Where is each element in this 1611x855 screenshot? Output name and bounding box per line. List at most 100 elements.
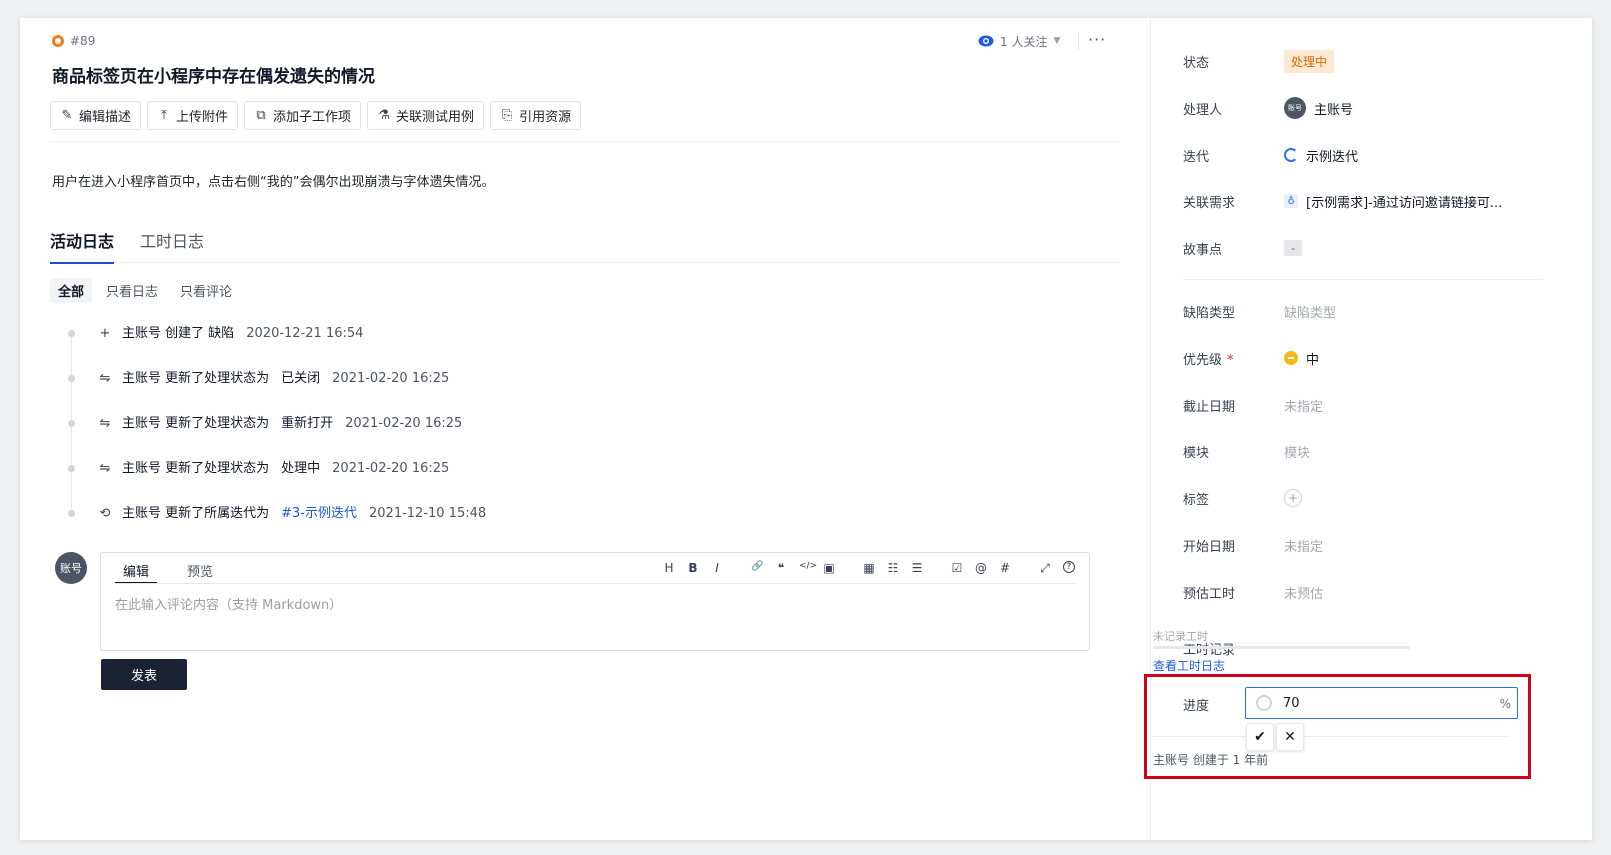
- italic-icon[interactable]: I: [711, 561, 723, 576]
- avatar: 账号: [55, 552, 87, 584]
- more-icon[interactable]: ···: [1088, 30, 1106, 49]
- link-icon[interactable]: 🔗: [751, 561, 763, 576]
- mention-icon[interactable]: @: [975, 561, 987, 576]
- checkbox-icon[interactable]: ☑: [951, 561, 963, 576]
- link-testcase-label: 关联测试用例: [396, 110, 475, 125]
- watch-label: 1 人关注: [1000, 34, 1048, 49]
- filter-all[interactable]: 全部: [50, 278, 93, 303]
- activity-timeline: + 主账号 创建了 缺陷 2020-12-21 16:54 ⇋ 主账号 更新了处…: [68, 318, 1068, 543]
- story-points-value[interactable]: -: [1284, 240, 1302, 256]
- swap-icon: ⇋: [99, 371, 111, 386]
- close-icon: ✕: [1284, 729, 1296, 745]
- add-tag-icon[interactable]: +: [1284, 489, 1302, 507]
- requirement-name: [示例需求]-通过访问邀请链接可...: [1306, 195, 1503, 211]
- cancel-button[interactable]: ✕: [1276, 723, 1304, 751]
- code-icon[interactable]: </>: [799, 561, 817, 576]
- ordered-list-icon[interactable]: ☷: [887, 561, 899, 576]
- progress-input[interactable]: 70 %: [1245, 687, 1518, 719]
- sprint-link[interactable]: #3-示例迭代: [281, 507, 357, 520]
- avatar: 账号: [1284, 97, 1306, 119]
- log-tabs: 活动日志 工时日志: [50, 228, 1120, 264]
- module-value[interactable]: 模块: [1284, 442, 1310, 461]
- progress-ring-icon: [1256, 695, 1272, 711]
- add-subtask-button[interactable]: ⧉ 添加子工作项: [244, 101, 362, 130]
- help-icon[interactable]: ?: [1063, 561, 1075, 573]
- link-testcase-button[interactable]: ⚗ 关联测试用例: [367, 101, 485, 130]
- priority-value[interactable]: 中: [1284, 349, 1319, 368]
- timeline-time: 2020-12-21 16:54: [246, 326, 364, 341]
- timeline-value: 已关闭: [281, 371, 321, 386]
- timeline-item: ⇋ 主账号 更新了处理状态为 处理中 2021-02-20 16:25: [68, 453, 1068, 498]
- priority-name: 中: [1306, 352, 1320, 368]
- required-star: *: [1227, 352, 1234, 368]
- reference-resource-button[interactable]: ⎘ 引用资源: [490, 101, 582, 130]
- eye-icon: [978, 35, 994, 47]
- timeline-text: 主账号 更新了所属迭代为: [122, 506, 270, 521]
- timeline-text: 主账号 创建了 缺陷: [122, 326, 235, 341]
- prop-label: 标签: [1183, 492, 1210, 508]
- requirement-value[interactable]: ♁ [示例需求]-通过访问邀请链接可...: [1284, 192, 1502, 211]
- publish-button[interactable]: 发表: [101, 659, 187, 690]
- tab-activity[interactable]: 活动日志: [50, 228, 115, 264]
- prop-label: 截止日期: [1183, 399, 1236, 415]
- estimate-value[interactable]: 未预估: [1284, 583, 1323, 602]
- prop-assignee: 处理人 账号 主账号: [1183, 97, 1353, 119]
- issue-main: #89 商品标签页在小程序中存在偶发遗失的情况 1 人关注 ▼ ··· ✎ 编辑…: [20, 18, 1150, 840]
- prop-status: 状态 处理中: [1183, 49, 1335, 73]
- worklog-empty-text: 未记录工时: [1153, 630, 1208, 643]
- start-date-value[interactable]: 未指定: [1284, 536, 1323, 555]
- filter-logs-only[interactable]: 只看日志: [98, 278, 166, 303]
- status-badge[interactable]: 处理中: [1284, 49, 1335, 73]
- issue-toolbar: ✎ 编辑描述 ⤒ 上传附件 ⧉ 添加子工作项 ⚗ 关联测试用例 ⎘ 引用资源: [50, 101, 582, 130]
- prop-label: 预估工时: [1183, 586, 1236, 602]
- view-worklog-link[interactable]: 查看工时日志: [1153, 657, 1225, 674]
- editor-toolbar: H B I 🔗 ❝ </> ▣ ▦ ☷ ☰ ☑ @ # ⤢ ?: [663, 561, 1075, 576]
- quote-icon[interactable]: ❝: [775, 561, 787, 576]
- defect-type-value[interactable]: 缺陷类型: [1284, 302, 1336, 321]
- hashtag-icon[interactable]: #: [999, 561, 1011, 576]
- chevron-down-icon: ▼: [1053, 36, 1061, 46]
- expand-icon[interactable]: ⤢: [1039, 561, 1051, 576]
- prop-requirement: 关联需求 ♁ [示例需求]-通过访问邀请链接可...: [1183, 191, 1502, 211]
- prop-label: 故事点: [1183, 242, 1223, 258]
- priority-icon: [1284, 351, 1298, 365]
- filter-comments-only[interactable]: 只看评论: [172, 278, 240, 303]
- tab-worklog[interactable]: 工时日志: [140, 228, 204, 263]
- timeline-dot: [68, 510, 75, 517]
- upload-attachment-label: 上传附件: [176, 110, 229, 125]
- assignee-name: 主账号: [1314, 102, 1354, 118]
- watch-button[interactable]: 1 人关注 ▼: [978, 32, 1080, 50]
- heading-icon[interactable]: H: [663, 561, 675, 576]
- prop-label: 模块: [1183, 445, 1210, 461]
- worklog-bar: [1153, 646, 1410, 649]
- upload-icon: ⤒: [161, 108, 167, 123]
- prop-priority: 优先级 * 中: [1183, 348, 1319, 368]
- upload-attachment-button[interactable]: ⤒ 上传附件: [147, 101, 239, 130]
- tab-edit[interactable]: 编辑: [115, 553, 158, 584]
- timeline-item: + 主账号 创建了 缺陷 2020-12-21 16:54: [68, 318, 1068, 363]
- issue-title[interactable]: 商品标签页在小程序中存在偶发遗失的情况: [52, 62, 375, 87]
- timeline-item: ⟲ 主账号 更新了所属迭代为 #3-示例迭代 2021-12-10 15:48: [68, 498, 1068, 543]
- timeline-text: 主账号 更新了处理状态为: [122, 371, 270, 386]
- comment-input[interactable]: 在此输入评论内容（支持 Markdown）: [115, 594, 342, 613]
- prop-defect-type: 缺陷类型 缺陷类型: [1183, 301, 1336, 321]
- timeline-time: 2021-02-20 16:25: [332, 371, 450, 386]
- prop-label: 优先级 *: [1183, 349, 1284, 368]
- sprint-value[interactable]: 示例迭代: [1284, 146, 1358, 165]
- timeline-value: 处理中: [281, 461, 321, 476]
- due-date-value[interactable]: 未指定: [1284, 396, 1323, 415]
- tab-preview[interactable]: 预览: [179, 553, 221, 584]
- issue-description[interactable]: 用户在进入小程序首页中，点击右侧“我的”会偶尔出现崩溃与字体遗失情况。: [52, 171, 494, 190]
- plus-icon: +: [99, 326, 111, 341]
- bold-icon[interactable]: B: [687, 561, 699, 576]
- pencil-icon: ✎: [61, 108, 73, 123]
- timeline-dot: [68, 465, 75, 472]
- bullet-list-icon[interactable]: ☰: [911, 561, 923, 576]
- timeline-time: 2021-12-10 15:48: [369, 506, 487, 521]
- edit-description-button[interactable]: ✎ 编辑描述: [50, 101, 142, 130]
- image-icon[interactable]: ▣: [823, 561, 835, 576]
- confirm-button[interactable]: ✔: [1246, 723, 1274, 751]
- assignee-value[interactable]: 账号 主账号: [1284, 97, 1353, 119]
- reference-resource-label: 引用资源: [519, 110, 572, 125]
- table-icon[interactable]: ▦: [863, 561, 875, 576]
